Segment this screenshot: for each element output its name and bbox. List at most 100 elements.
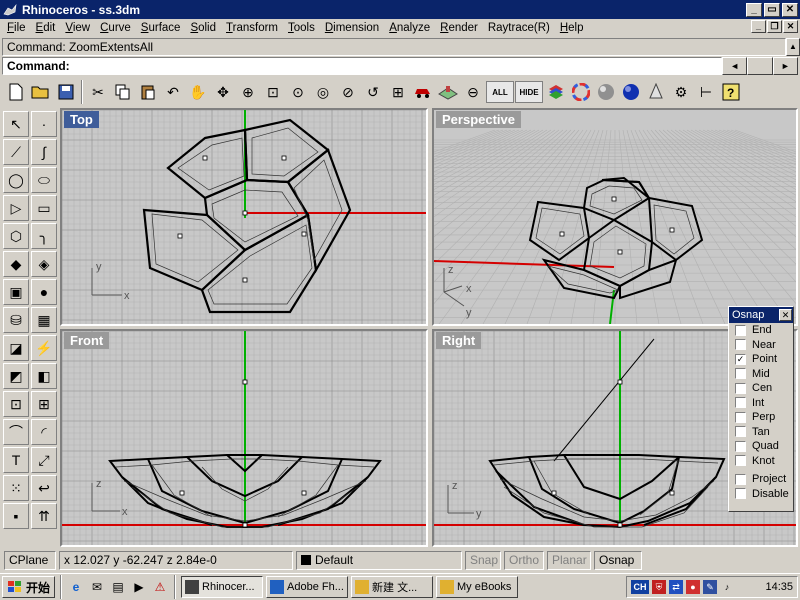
render-gray-sphere-icon[interactable] [594,80,618,104]
undo-view-icon[interactable]: ↺ [361,80,385,104]
car-icon[interactable] [411,80,435,104]
internet-explorer-icon[interactable]: e [67,578,85,596]
osnap-option-end[interactable]: End [729,323,793,338]
hexagon-icon[interactable]: ⬡ [3,223,29,249]
boolean-icon[interactable]: ◧ [31,363,57,389]
acrobat-icon[interactable]: ⚠ [151,578,169,596]
help-icon[interactable]: ? [719,80,743,104]
scale-icon[interactable]: ⊡ [3,391,29,417]
scale-arrows-icon[interactable]: ⤢ [31,447,57,473]
curve-edit-icon[interactable]: ↩ [31,475,57,501]
object-properties-icon[interactable]: ⊖ [461,80,485,104]
hide-button[interactable]: HIDE [515,81,543,103]
checkbox-icon[interactable] [735,488,746,500]
command-scroll-right-button[interactable]: ► [772,57,798,75]
start-button[interactable]: 开始 [2,576,56,598]
viewport-perspective-label[interactable]: Perspective [436,111,521,128]
open-folder-icon[interactable] [29,80,53,104]
shaded-plane-icon[interactable] [436,80,460,104]
viewport-top-label[interactable]: Top [64,111,99,128]
array-icon[interactable]: ⊞ [31,391,57,417]
media-player-icon[interactable]: ▶ [130,578,148,596]
minimize-button[interactable]: _ [746,2,762,17]
snap-toggle[interactable]: Snap [465,550,501,570]
menu-tools[interactable]: Tools [283,22,320,34]
command-scroll-empty-track[interactable] [747,57,773,75]
cylinder-solid-icon[interactable]: ⛁ [3,307,29,333]
osnap-option-knot[interactable]: Knot [729,454,793,469]
close-button[interactable]: ✕ [782,2,798,17]
paste-icon[interactable] [136,80,160,104]
zoom-dynamic-icon[interactable]: ⊕ [236,80,260,104]
menu-transform[interactable]: Transform [221,22,283,34]
copy-icon[interactable] [111,80,135,104]
checkbox-icon[interactable] [735,339,746,351]
menu-raytracer[interactable]: Raytrace(R) [483,22,555,34]
show-desktop-icon[interactable]: ▤ [109,578,127,596]
taskbar-task-button[interactable]: Adobe Fh... [266,576,349,598]
menu-curve[interactable]: Curve [95,22,136,34]
extrude-icon[interactable]: ◪ [3,335,29,361]
osnap-option-near[interactable]: Near [729,338,793,353]
osnap-option-perp[interactable]: Perp [729,410,793,425]
volume-icon[interactable]: ♪ [720,580,734,594]
menu-solid[interactable]: Solid [185,22,221,34]
show-all-button[interactable]: ALL [486,81,514,103]
maximize-button[interactable]: ▭ [764,2,780,17]
taskbar-task-button[interactable]: My eBooks [436,576,519,598]
curve-icon[interactable]: ∫ [31,139,57,165]
spotlight-icon[interactable] [644,80,668,104]
select-arrow-icon[interactable]: ↖ [3,111,29,137]
ellipse-icon[interactable]: ⬭ [31,167,57,193]
taskbar-task-button[interactable]: Rhinocer... [181,576,264,598]
checkbox-icon[interactable] [735,411,746,423]
ime-icon[interactable]: ✎ [703,580,717,594]
surface-icon[interactable]: ◈ [31,251,57,277]
document-restore-button[interactable]: ❐ [767,20,782,33]
osnap-option-disable[interactable]: Disable [729,487,793,502]
polyline-icon[interactable]: ⟋ [3,139,29,165]
current-layer-panel[interactable]: Default [296,550,462,570]
arc-dimension-icon[interactable]: ⌒ [3,419,29,445]
menu-surface[interactable]: Surface [136,22,186,34]
osnap-option-project[interactable]: Project [729,472,793,487]
antivirus-icon[interactable]: ● [686,580,700,594]
checkbox-icon[interactable] [735,324,746,336]
dimension-icon[interactable]: ⊢ [694,80,718,104]
fillet-icon[interactable]: ╮ [31,223,57,249]
osnap-title-bar[interactable]: Osnap ✕ [729,307,793,323]
input-language-icon[interactable]: CH [631,580,649,594]
sphere-solid-icon[interactable]: ● [31,279,57,305]
outlook-express-icon[interactable]: ✉ [88,578,106,596]
undo-icon[interactable]: ↶ [161,80,185,104]
viewport-top[interactable]: x y Top [60,108,428,326]
zoom-window-icon[interactable]: ⊡ [261,80,285,104]
osnap-toggle[interactable]: Osnap [594,550,642,570]
checkbox-icon[interactable] [735,382,746,394]
render-blue-sphere-icon[interactable] [619,80,643,104]
ortho-toggle[interactable]: Ortho [504,550,544,570]
checkbox-icon[interactable] [735,368,746,380]
box-solid-icon[interactable]: ▣ [3,279,29,305]
cplane-indicator[interactable]: CPlane [4,550,56,570]
menu-help[interactable]: Help [555,22,589,34]
viewport-front[interactable]: z x Front [60,329,428,547]
checkbox-icon[interactable] [735,455,746,467]
circle-icon[interactable]: ◯ [3,167,29,193]
settings-gear-icon[interactable]: ⚙ [669,80,693,104]
security-shield-icon[interactable]: ⛨ [652,580,666,594]
radius-dimension-icon[interactable]: ◜ [31,419,57,445]
document-minimize-button[interactable]: _ [751,20,766,33]
new-file-icon[interactable] [4,80,28,104]
pan-hand-icon[interactable]: ✋ [186,80,210,104]
osnap-option-point[interactable]: ✓ Point [729,352,793,367]
osnap-option-int[interactable]: Int [729,396,793,411]
surface-from-points-icon[interactable]: ◆ [3,251,29,277]
command-scroll-left-button[interactable]: ◄ [722,57,748,75]
menu-edit[interactable]: Edit [31,22,61,34]
osnap-option-mid[interactable]: Mid [729,367,793,382]
taskbar-task-button[interactable]: 新建 文... [351,576,434,598]
viewport-front-label[interactable]: Front [64,332,110,349]
network-icon[interactable]: ⇄ [669,580,683,594]
split-icon[interactable]: ⚡ [31,335,57,361]
